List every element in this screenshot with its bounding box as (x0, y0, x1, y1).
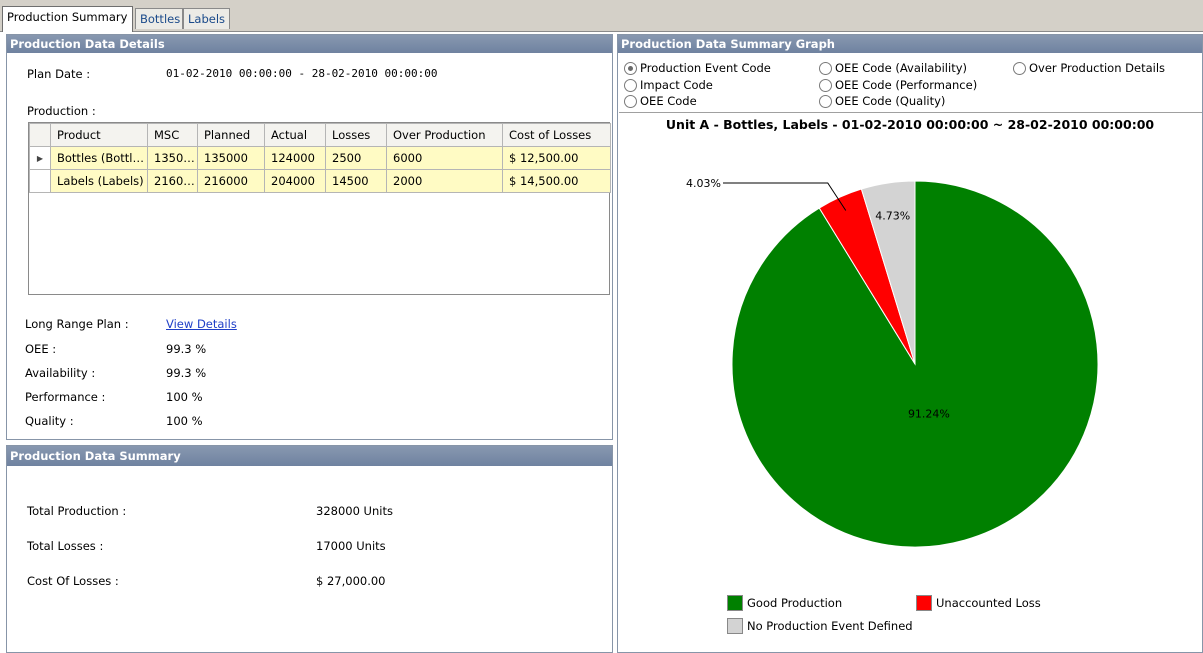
table-row[interactable]: ▶ Bottles (Bottles) 135000 135000 124000… (29, 146, 611, 170)
radio-icon (624, 94, 637, 108)
legend-item-good-production: Good Production (727, 595, 842, 611)
production-data-summary-graph-header: Production Data Summary Graph (618, 35, 1202, 53)
radio-label: OEE Code (Availability) (835, 61, 967, 75)
radio-selected-icon (624, 61, 637, 75)
radio-label: Over Production Details (1029, 61, 1166, 75)
plan-date-value: 01-02-2010 00:00:00 - 28-02-2010 00:00:0… (166, 67, 438, 80)
column-header-product[interactable]: Product (50, 123, 148, 147)
production-grid[interactable]: Product MSC Planned Actual Losses Over P… (28, 122, 611, 295)
graph-divider (619, 112, 1202, 113)
chart-title: Unit A - Bottles, Labels - 01-02-2010 00… (665, 117, 1155, 132)
cell-over-production[interactable]: 6000 (386, 146, 503, 170)
performance-value: 100 % (166, 390, 203, 404)
cell-actual[interactable]: 204000 (264, 169, 326, 193)
column-header-msc[interactable]: MSC (147, 123, 198, 147)
pie-data-label: 91.24% (908, 407, 950, 420)
total-losses-value: 17000 Units (316, 539, 386, 553)
radio-production-event-code[interactable]: Production Event Code (624, 61, 771, 75)
table-row[interactable]: Labels (Labels) 216000 216000 204000 145… (29, 169, 611, 193)
legend-label: No Production Event Defined (747, 619, 913, 633)
view-details-link[interactable]: View Details (166, 317, 237, 331)
radio-label: Production Event Code (640, 61, 771, 75)
availability-value: 99.3 % (166, 366, 207, 380)
radio-label: OEE Code (640, 94, 697, 108)
radio-icon (819, 78, 832, 92)
production-label: Production : (27, 104, 96, 118)
legend-label: Good Production (747, 596, 843, 610)
cell-msc[interactable]: 216000 (147, 169, 198, 193)
production-data-details-header: Production Data Details (7, 35, 612, 53)
oee-value: 99.3 % (166, 342, 207, 356)
plan-date-label: Plan Date : (27, 67, 91, 81)
cell-cost-of-losses[interactable]: $ 12,500.00 (502, 146, 611, 170)
radio-oee-code[interactable]: OEE Code (624, 94, 697, 108)
radio-label: Impact Code (640, 78, 713, 92)
row-selector-arrow-icon[interactable]: ▶ (29, 146, 51, 170)
column-header-over-production[interactable]: Over Production (386, 123, 503, 147)
radio-oee-code-availability[interactable]: OEE Code (Availability) (819, 61, 967, 75)
total-production-label: Total Production : (27, 504, 127, 518)
radio-icon (819, 94, 832, 108)
pie-chart: 91.24% 4.03% 4.73% (686, 177, 1099, 548)
cell-losses[interactable]: 14500 (325, 169, 387, 193)
cell-product[interactable]: Labels (Labels) (50, 169, 148, 193)
radio-over-production-details[interactable]: Over Production Details (1013, 61, 1165, 75)
legend-item-no-production-event-defined: No Production Event Defined (727, 618, 913, 634)
column-header-actual[interactable]: Actual (264, 123, 326, 147)
availability-label: Availability : (25, 366, 96, 380)
grid-corner (29, 123, 51, 147)
production-data-summary-header: Production Data Summary (7, 446, 612, 466)
radio-icon (1013, 61, 1026, 75)
cost-of-losses-label: Cost Of Losses : (27, 574, 119, 588)
tab-labels[interactable]: Labels (183, 8, 230, 29)
radio-label: OEE Code (Quality) (835, 94, 946, 108)
radio-icon (819, 61, 832, 75)
legend-label: Unaccounted Loss (936, 596, 1041, 610)
cell-losses[interactable]: 2500 (325, 146, 387, 170)
legend-swatch (916, 595, 932, 611)
cell-over-production[interactable]: 2000 (386, 169, 503, 193)
pie-data-label: 4.73% (875, 210, 910, 223)
oee-label: OEE : (25, 342, 57, 356)
legend-item-unaccounted-loss: Unaccounted Loss (916, 595, 1041, 611)
tab-bottles[interactable]: Bottles (135, 8, 183, 29)
radio-label: OEE Code (Performance) (835, 78, 978, 92)
pie-data-label: 4.03% (686, 177, 721, 190)
cell-planned[interactable]: 135000 (197, 146, 265, 170)
cost-of-losses-value: $ 27,000.00 (316, 574, 386, 588)
cell-actual[interactable]: 124000 (264, 146, 326, 170)
quality-label: Quality : (25, 414, 74, 428)
column-header-losses[interactable]: Losses (325, 123, 387, 147)
radio-oee-code-quality[interactable]: OEE Code (Quality) (819, 94, 945, 108)
legend-swatch (727, 595, 743, 611)
legend-swatch (727, 618, 743, 634)
total-production-value: 328000 Units (316, 504, 393, 518)
cell-msc[interactable]: 135000 (147, 146, 198, 170)
grid-header-row: Product MSC Planned Actual Losses Over P… (29, 123, 611, 147)
cell-cost-of-losses[interactable]: $ 14,500.00 (502, 169, 611, 193)
tab-production-summary[interactable]: Production Summary (2, 6, 133, 32)
radio-oee-code-performance[interactable]: OEE Code (Performance) (819, 78, 977, 92)
cell-planned[interactable]: 216000 (197, 169, 265, 193)
performance-label: Performance : (25, 390, 106, 404)
column-header-cost-of-losses[interactable]: Cost of Losses (502, 123, 611, 147)
tab-bar: Production Summary Bottles Labels (0, 0, 1203, 32)
cell-product[interactable]: Bottles (Bottles) (50, 146, 148, 170)
radio-impact-code[interactable]: Impact Code (624, 78, 713, 92)
long-range-plan-label: Long Range Plan : (25, 317, 129, 331)
total-losses-label: Total Losses : (27, 539, 104, 553)
radio-icon (624, 78, 637, 92)
row-selector[interactable] (29, 169, 51, 193)
quality-value: 100 % (166, 414, 203, 428)
column-header-planned[interactable]: Planned (197, 123, 265, 147)
